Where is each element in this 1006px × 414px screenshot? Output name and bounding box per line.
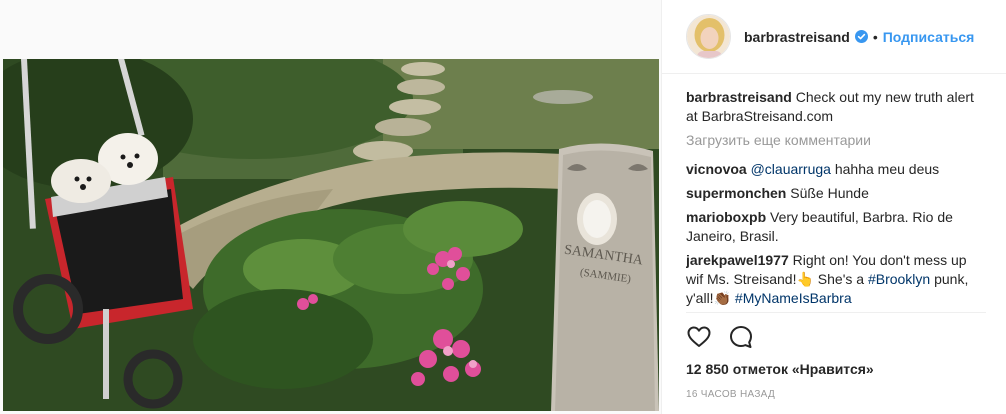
comment-item: supermonchen Süße Hunde <box>686 184 986 203</box>
heart-icon[interactable] <box>686 324 712 350</box>
photo-column: SAMANTHA (SAMMIE) <box>0 0 661 414</box>
comment-username[interactable]: vicnovoa <box>686 161 747 177</box>
avatar-image <box>687 15 730 58</box>
header-text: barbrastreisand • Подписаться <box>744 29 974 45</box>
comment-mention[interactable]: @clauarruga <box>751 161 831 177</box>
comment-text: hahha meu deus <box>834 161 940 177</box>
caption: barbrastreisand Check out my new truth a… <box>686 88 986 126</box>
comments-list: barbrastreisand Check out my new truth a… <box>686 88 986 312</box>
comment-username[interactable]: supermonchen <box>686 185 786 201</box>
likes-count[interactable]: 12 850 отметок «Нравится» <box>686 361 874 377</box>
username-link[interactable]: barbrastreisand <box>744 29 850 45</box>
comment-hashtag[interactable]: #Brooklyn <box>868 271 930 287</box>
comment-username[interactable]: jarekpawel1977 <box>686 252 789 268</box>
actions-divider <box>686 312 986 313</box>
comment-item: vicnovoa @clauarruga hahha meu deus <box>686 160 986 179</box>
separator-dot: • <box>872 28 878 45</box>
comment-username[interactable]: marioboxpb <box>686 209 766 225</box>
comment-text: Süße Hunde <box>790 185 869 201</box>
post-photo[interactable]: SAMANTHA (SAMMIE) <box>3 59 659 411</box>
comment-item: marioboxpb Very beautiful, Barbra. Rio d… <box>686 208 986 246</box>
follow-button[interactable]: Подписаться <box>883 29 975 45</box>
load-more-comments-link[interactable]: Загрузить еще комментарии <box>686 131 986 150</box>
action-bar <box>686 320 770 354</box>
comment-item: jarekpawel1977 Right on! You don't mess … <box>686 251 986 308</box>
comment-bubble-icon[interactable] <box>728 324 754 350</box>
post-header: barbrastreisand • Подписаться <box>662 0 1006 74</box>
post-side-panel: barbrastreisand • Подписаться barbrastre… <box>661 0 1006 414</box>
caption-username[interactable]: barbrastreisand <box>686 89 792 105</box>
comment-hashtag[interactable]: #MyNameIsBarbra <box>735 290 852 306</box>
avatar[interactable] <box>686 14 731 59</box>
post-timestamp[interactable]: 16 ЧАСОВ НАЗАД <box>686 389 775 400</box>
verified-badge-icon <box>854 30 868 43</box>
garden-scene: SAMANTHA (SAMMIE) <box>3 59 659 411</box>
